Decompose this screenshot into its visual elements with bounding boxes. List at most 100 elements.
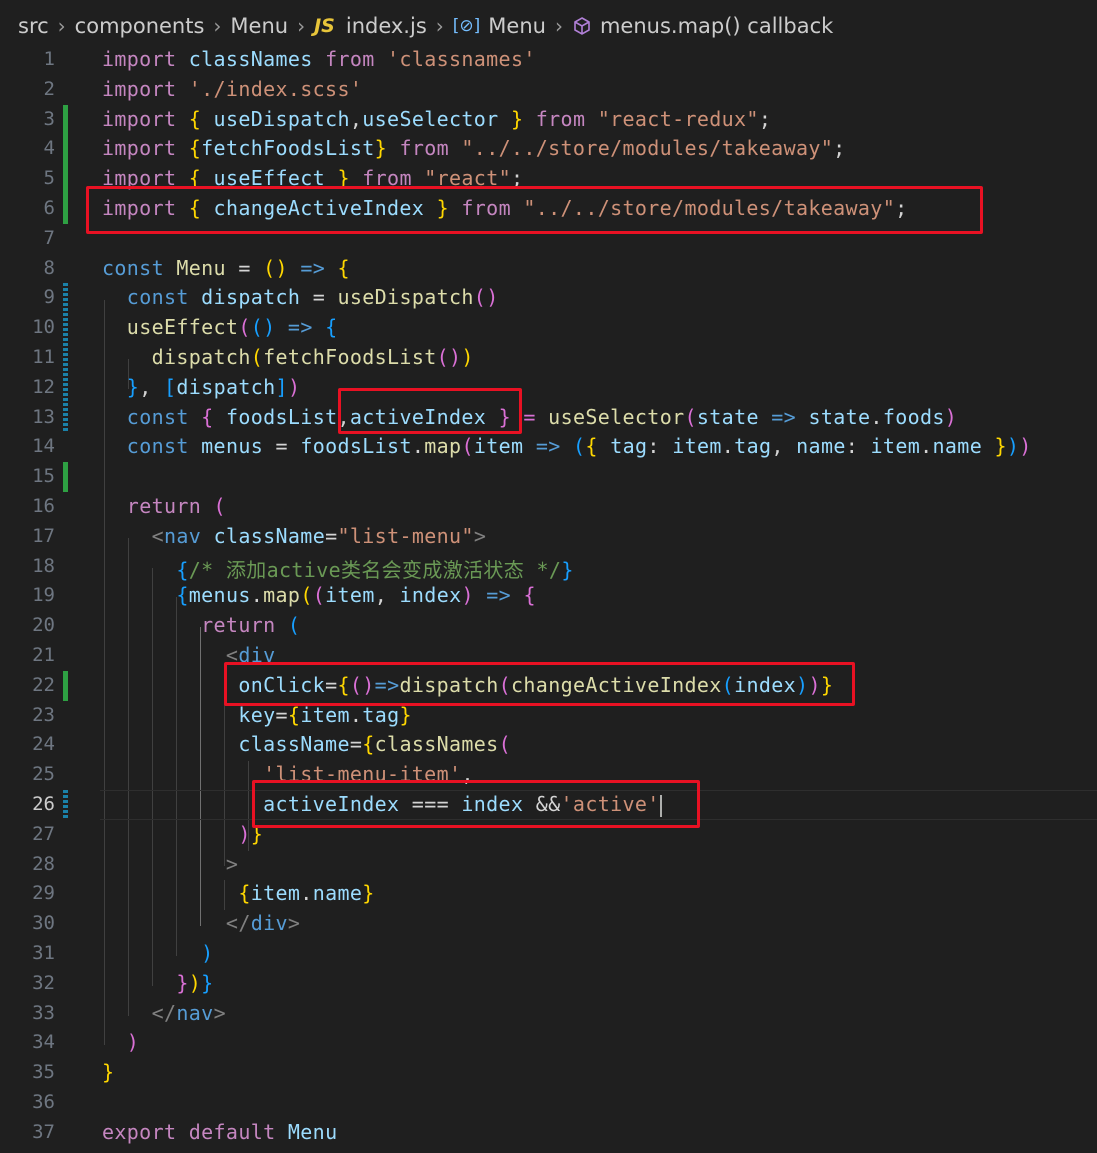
- code-line: 35 }: [0, 1058, 1097, 1088]
- token: {: [176, 557, 189, 582]
- breadcrumb-symbol[interactable]: [⊘] Menu: [453, 14, 546, 38]
- line-number[interactable]: 22: [0, 674, 55, 696]
- token: {: [523, 583, 536, 608]
- breadcrumb-components[interactable]: components: [75, 14, 205, 38]
- line-number[interactable]: 24: [0, 733, 55, 755]
- token: .: [349, 702, 363, 727]
- token: :: [647, 434, 673, 459]
- token: state: [808, 404, 871, 429]
- token: =>: [473, 583, 524, 608]
- token: ,: [771, 434, 797, 459]
- token: }: [176, 970, 189, 995]
- code-line: 14 const menus = foodsList.map(item => (…: [0, 432, 1097, 462]
- line-number[interactable]: 35: [0, 1061, 55, 1083]
- breadcrumb-menu-folder[interactable]: Menu: [230, 14, 288, 38]
- code-line: 8 const Menu = () => {: [0, 254, 1097, 284]
- diff-added-marker[interactable]: [63, 134, 68, 165]
- token: .: [411, 434, 425, 459]
- line-number[interactable]: 11: [0, 346, 55, 368]
- line-number[interactable]: 4: [0, 137, 55, 159]
- line-number[interactable]: 18: [0, 555, 55, 577]
- diff-added-marker[interactable]: [63, 462, 68, 492]
- token: ): [287, 374, 301, 399]
- token: default: [176, 1119, 276, 1144]
- token: .: [870, 404, 883, 429]
- line-number[interactable]: 37: [0, 1121, 55, 1143]
- code-line: 29 {item.name}: [0, 879, 1097, 909]
- token: from: [535, 106, 586, 131]
- token: =: [325, 523, 338, 548]
- line-number[interactable]: 9: [0, 286, 55, 308]
- token: (): [250, 315, 276, 340]
- token: {: [287, 702, 301, 727]
- line-number[interactable]: 23: [0, 704, 55, 726]
- chevron-right-icon: ›: [213, 14, 222, 38]
- line-number[interactable]: 28: [0, 853, 55, 875]
- code-line: 20 return (: [0, 611, 1097, 641]
- js-file-icon: JS: [314, 15, 335, 37]
- diff-modified-marker[interactable]: [63, 313, 68, 343]
- line-number[interactable]: 14: [0, 435, 55, 457]
- line-number[interactable]: 15: [0, 465, 55, 487]
- line-number[interactable]: 29: [0, 882, 55, 904]
- line-number[interactable]: 1: [0, 48, 55, 70]
- line-number[interactable]: 25: [0, 763, 55, 785]
- diff-modified-marker[interactable]: [63, 343, 68, 373]
- diff-added-marker[interactable]: [63, 164, 68, 194]
- token: }: [201, 970, 214, 995]
- line-number[interactable]: 3: [0, 108, 55, 130]
- line-number[interactable]: 6: [0, 197, 55, 219]
- diff-added-marker[interactable]: [63, 670, 68, 701]
- diff-added-marker[interactable]: [63, 194, 68, 224]
- token: ]: [275, 374, 288, 399]
- line-number[interactable]: 19: [0, 584, 55, 606]
- line-number[interactable]: 33: [0, 1002, 55, 1024]
- line-number[interactable]: 27: [0, 823, 55, 845]
- line-number[interactable]: 5: [0, 167, 55, 189]
- diff-modified-marker[interactable]: [63, 402, 68, 433]
- line-number[interactable]: 7: [0, 227, 55, 249]
- token: const: [102, 255, 164, 280]
- annotation-box-onclick: [224, 662, 855, 706]
- line-number[interactable]: 10: [0, 316, 55, 338]
- breadcrumb-file[interactable]: JS index.js: [314, 14, 427, 38]
- line-number[interactable]: 17: [0, 525, 55, 547]
- token: import: [102, 76, 177, 101]
- line-number[interactable]: 16: [0, 495, 55, 517]
- code-line: 17 <nav className="list-menu">: [0, 522, 1097, 552]
- line-number[interactable]: 34: [0, 1031, 55, 1053]
- breadcrumb-callback[interactable]: menus.map() callback: [572, 14, 833, 38]
- diff-modified-marker[interactable]: [63, 283, 68, 314]
- token: classNames: [374, 732, 499, 757]
- code-line: 2 import './index.scss': [0, 75, 1097, 105]
- token: .: [250, 583, 264, 608]
- chevron-right-icon: ›: [435, 14, 444, 38]
- line-number[interactable]: 26: [0, 793, 55, 815]
- breadcrumb-src[interactable]: src: [18, 14, 49, 38]
- token: (: [461, 434, 474, 459]
- token: state: [696, 404, 759, 429]
- line-number[interactable]: 8: [0, 257, 55, 279]
- line-number[interactable]: 2: [0, 78, 55, 100]
- line-number[interactable]: 36: [0, 1091, 55, 1113]
- line-number[interactable]: 32: [0, 972, 55, 994]
- token: tag: [362, 702, 400, 727]
- chevron-right-icon: ›: [57, 14, 66, 38]
- diff-added-marker[interactable]: [63, 104, 68, 135]
- diff-modified-marker[interactable]: [63, 372, 68, 403]
- token: {: [362, 732, 375, 757]
- line-number[interactable]: 31: [0, 942, 55, 964]
- line-number[interactable]: 20: [0, 614, 55, 636]
- code-line: 34 ): [0, 1028, 1097, 1058]
- line-number[interactable]: 13: [0, 406, 55, 428]
- token: =>: [287, 255, 338, 280]
- token: useSelector: [362, 106, 499, 131]
- line-number[interactable]: 21: [0, 644, 55, 666]
- token: foodsList: [225, 404, 338, 429]
- variable-symbol-icon: [⊘]: [452, 16, 481, 36]
- line-number[interactable]: 30: [0, 912, 55, 934]
- code-line: 16 return (: [0, 492, 1097, 522]
- line-number[interactable]: 12: [0, 376, 55, 398]
- token: >: [225, 851, 239, 876]
- diff-modified-marker[interactable]: [63, 790, 68, 820]
